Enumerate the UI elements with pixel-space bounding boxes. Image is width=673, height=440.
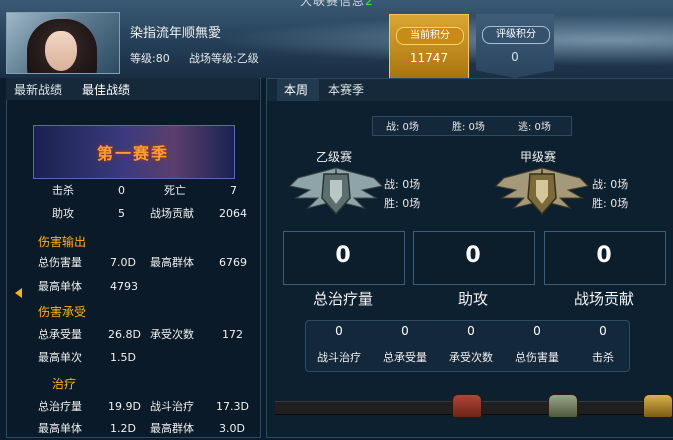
max-once-label: 最高单次 xyxy=(38,351,82,364)
heal-max-aoe-label: 最高群体 xyxy=(150,422,194,435)
avatar[interactable] xyxy=(6,12,120,74)
detail-total-taken-label: 总承受量 xyxy=(383,351,427,364)
damage-output-section: 伤害输出 xyxy=(38,235,87,249)
summary-wins: 胜: 0场 xyxy=(452,122,485,133)
rating-points-medal: 评级积分 0 xyxy=(476,14,554,78)
total-damage-value: 7.0D xyxy=(110,256,136,269)
max-aoe-value: 6769 xyxy=(219,256,247,269)
player-rank-label: 战场等级: xyxy=(189,52,237,65)
assists-value: 5 xyxy=(118,207,125,220)
tab-this-week[interactable]: 本周 xyxy=(284,81,308,98)
banner-title: 大联赛信息2 xyxy=(300,0,374,9)
banner-title-green: 2 xyxy=(365,0,374,8)
total-taken-value: 26.8D xyxy=(108,328,141,341)
summary-battles: 战: 0场 xyxy=(386,122,419,133)
assists-label: 助攻 xyxy=(52,207,74,220)
deaths-label: 死亡 xyxy=(164,184,186,197)
level-a-battles: 战: 0场 xyxy=(592,178,629,191)
heal-max-single-value: 1.2D xyxy=(110,422,136,435)
detail-taken-count-label: 承受次数 xyxy=(449,351,493,364)
heal-max-single-label: 最高单体 xyxy=(38,422,82,435)
chest-icon[interactable] xyxy=(452,394,482,418)
contribution-value: 2064 xyxy=(219,207,247,220)
chest-icon[interactable] xyxy=(643,394,673,418)
heal-max-aoe-value: 3.0D xyxy=(219,422,245,435)
heal-section: 治疗 xyxy=(52,377,77,391)
big-stat-contribution-label: 战场贡献 xyxy=(573,290,634,308)
arrow-left-icon[interactable] xyxy=(15,288,22,298)
level-a-wins: 胜: 0场 xyxy=(592,197,629,210)
max-single-value: 4793 xyxy=(110,280,138,293)
big-stat-heal-value: 0 xyxy=(335,243,351,268)
rating-points-label: 评级积分 xyxy=(482,26,550,44)
detail-total-taken-value: 0 xyxy=(401,324,409,338)
detail-combat-heal-label: 战斗治疗 xyxy=(317,351,361,364)
rating-points-value: 0 xyxy=(511,50,519,64)
combat-heal-label: 战斗治疗 xyxy=(150,400,194,413)
detail-total-damage-value: 0 xyxy=(533,324,541,338)
tab-latest-record[interactable]: 最新战绩 xyxy=(14,81,62,98)
detail-taken-count-value: 0 xyxy=(467,324,475,338)
level-b-title: 乙级赛 xyxy=(316,150,353,164)
player-rank-value: 乙级 xyxy=(236,52,259,65)
level-a-title: 甲级赛 xyxy=(520,150,557,164)
max-single-label: 最高单体 xyxy=(38,280,82,293)
deaths-value: 7 xyxy=(230,184,237,197)
total-heal-value: 19.9D xyxy=(108,400,141,413)
detail-kills-value: 0 xyxy=(599,324,607,338)
taken-count-label: 承受次数 xyxy=(150,328,194,341)
summary-escapes: 逃: 0场 xyxy=(518,122,551,133)
player-name: 染指流年顺無愛 xyxy=(130,26,222,41)
total-damage-label: 总伤害量 xyxy=(38,256,82,269)
banner-title-left: 大 xyxy=(300,0,314,8)
max-aoe-label: 最高群体 xyxy=(150,256,194,269)
chest-icon[interactable] xyxy=(548,394,578,418)
combat-heal-value: 17.3D xyxy=(216,400,249,413)
contribution-label: 战场贡献 xyxy=(150,207,194,220)
current-points-value: 11747 xyxy=(409,51,449,65)
tab-this-season[interactable]: 本赛季 xyxy=(328,81,364,98)
detail-kills-label: 击杀 xyxy=(592,351,614,364)
max-once-value: 1.5D xyxy=(110,351,136,364)
kills-value: 0 xyxy=(118,184,125,197)
player-level: 等级:80 xyxy=(130,50,170,66)
level-b-battles: 战: 0场 xyxy=(384,178,421,191)
kills-label: 击杀 xyxy=(52,184,74,197)
total-heal-label: 总治疗量 xyxy=(38,400,82,413)
tab-best-record[interactable]: 最佳战绩 xyxy=(82,81,130,98)
player-level-label: 等级: xyxy=(130,52,156,65)
player-level-value: 80 xyxy=(155,52,170,65)
big-stat-assists-label: 助攻 xyxy=(457,290,488,308)
player-rank: 战场等级:乙级 xyxy=(189,50,259,66)
banner-title-mid: 联赛信息 xyxy=(313,0,366,8)
detail-combat-heal-value: 0 xyxy=(335,324,343,338)
big-stat-heal-label: 总治疗量 xyxy=(312,290,373,308)
taken-count-value: 172 xyxy=(222,328,243,341)
current-points-label: 当前积分 xyxy=(396,27,464,45)
avatar-face xyxy=(45,31,77,71)
wing-emblem-icon xyxy=(494,167,590,216)
wing-emblem-icon xyxy=(288,167,384,216)
total-taken-label: 总承受量 xyxy=(38,328,82,341)
detail-total-damage-label: 总伤害量 xyxy=(515,351,559,364)
level-b-wins: 胜: 0场 xyxy=(384,197,421,210)
big-stat-assists-value: 0 xyxy=(465,243,481,268)
season-title: 第一赛季 xyxy=(96,144,169,163)
big-stat-contribution-value: 0 xyxy=(596,243,612,268)
damage-taken-section: 伤害承受 xyxy=(38,305,87,319)
